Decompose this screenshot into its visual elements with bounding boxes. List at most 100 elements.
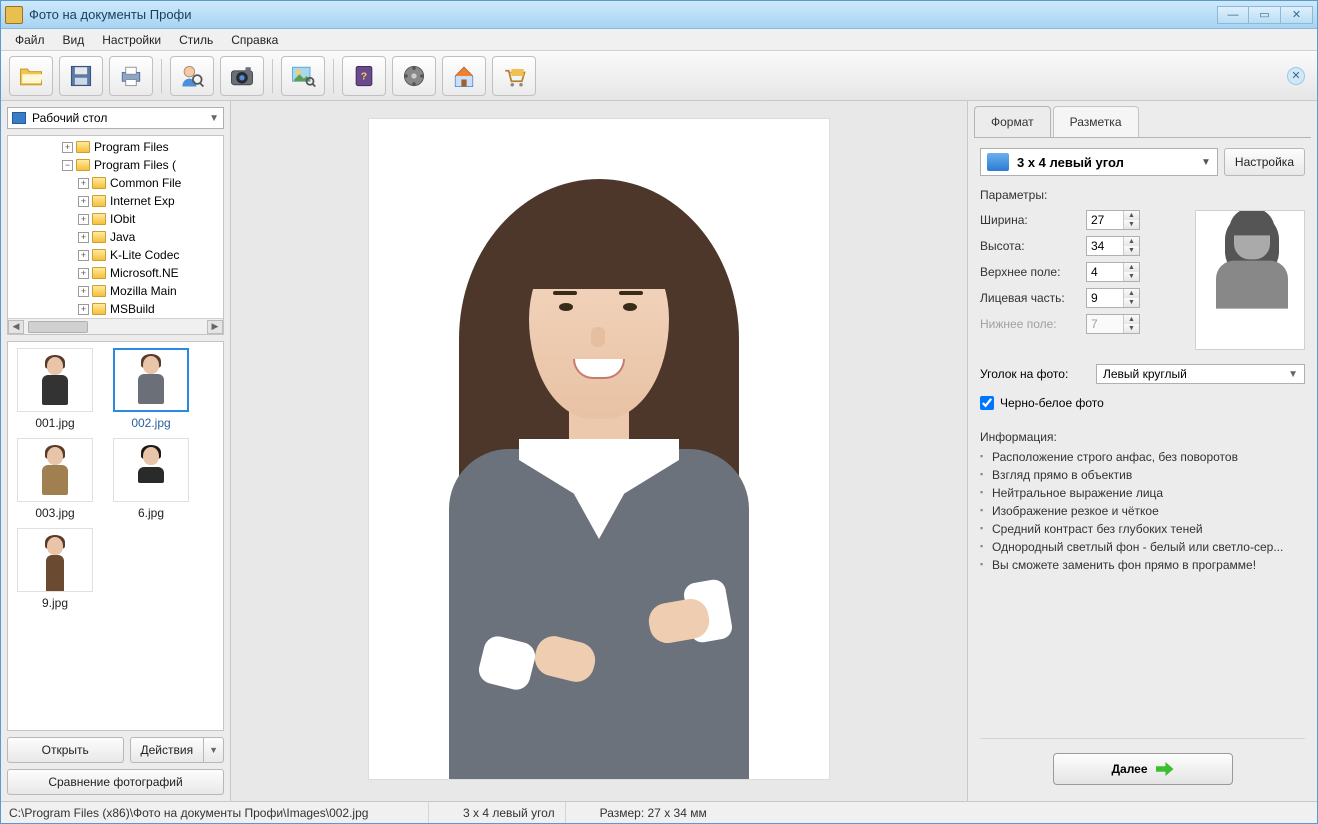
format-settings-button[interactable]: Настройка	[1224, 148, 1305, 176]
tree-item[interactable]: + MSBuild	[8, 300, 223, 318]
tree-item[interactable]: +Microsoft.NE	[8, 264, 223, 282]
titlebar: Фото на документы Профи — ▭ ✕	[1, 1, 1317, 29]
tab-layout[interactable]: Разметка	[1053, 106, 1139, 137]
tree-expand-icon[interactable]: +	[78, 232, 89, 243]
info-item: Однородный светлый фон - белый или светл…	[980, 538, 1305, 556]
top-spinner[interactable]: ▲▼	[1086, 262, 1140, 282]
tree-hscrollbar[interactable]: ◀▶	[8, 318, 223, 334]
compare-label: Сравнение фотографий	[48, 775, 182, 789]
tree-expand-icon[interactable]: +	[62, 142, 73, 153]
tree-item[interactable]: + Java	[8, 228, 223, 246]
tree-item[interactable]: +Mozilla Main	[8, 282, 223, 300]
tree-expand-icon[interactable]: +	[78, 250, 89, 261]
close-button[interactable]: ✕	[1281, 6, 1313, 24]
cart-button[interactable]	[492, 56, 536, 96]
folder-tree[interactable]: +Program Files−Program Files (+Common Fi…	[7, 135, 224, 335]
info-item: Взгляд прямо в объектив	[980, 466, 1305, 484]
tree-expand-icon[interactable]: +	[78, 196, 89, 207]
actions-button[interactable]: Действия	[130, 737, 205, 763]
width-input[interactable]	[1087, 211, 1123, 229]
thumbnail-caption: 001.jpg	[14, 416, 96, 430]
tree-item[interactable]: +K-Lite Codec	[8, 246, 223, 264]
height-spinner[interactable]: ▲▼	[1086, 236, 1140, 256]
video-button[interactable]	[392, 56, 436, 96]
top-input[interactable]	[1087, 263, 1123, 281]
minimize-button[interactable]: —	[1217, 6, 1249, 24]
info-item: Нейтральное выражение лица	[980, 484, 1305, 502]
next-button[interactable]: Далее	[1053, 753, 1233, 785]
chevron-down-icon: ▼	[1201, 157, 1211, 168]
spin-up[interactable]: ▲	[1124, 237, 1139, 246]
thumbnail[interactable]: 9.jpg	[14, 528, 96, 610]
spin-up[interactable]: ▲	[1124, 263, 1139, 272]
tree-expand-icon[interactable]: +	[78, 214, 89, 225]
close-panel-icon[interactable]: ✕	[1287, 67, 1305, 85]
thumbnail[interactable]: 6.jpg	[110, 438, 192, 520]
thumbnail[interactable]: 003.jpg	[14, 438, 96, 520]
spin-down[interactable]: ▼	[1124, 298, 1139, 307]
tree-label: MSBuild	[110, 302, 155, 316]
camera-button[interactable]	[220, 56, 264, 96]
location-label: Рабочий стол	[32, 111, 107, 125]
tree-item[interactable]: +Internet Exp	[8, 192, 223, 210]
height-input[interactable]	[1087, 237, 1123, 255]
scroll-left-icon[interactable]: ◀	[8, 320, 24, 334]
spin-up[interactable]: ▲	[1124, 211, 1139, 220]
bw-checkbox[interactable]	[980, 396, 994, 410]
spin-down: ▼	[1124, 324, 1139, 333]
maximize-button[interactable]: ▭	[1249, 6, 1281, 24]
tree-item[interactable]: +Common File	[8, 174, 223, 192]
tree-expand-icon[interactable]: +	[78, 304, 89, 315]
scroll-thumb[interactable]	[28, 321, 88, 333]
image-edit-button[interactable]	[281, 56, 325, 96]
open-button[interactable]: Открыть	[7, 737, 124, 763]
thumbnail[interactable]: 001.jpg	[14, 348, 96, 430]
scroll-right-icon[interactable]: ▶	[207, 320, 223, 334]
menu-file[interactable]: Файл	[7, 31, 53, 49]
actions-dropdown[interactable]: ▼	[204, 737, 224, 763]
width-spinner[interactable]: ▲▼	[1086, 210, 1140, 230]
info-item: Расположение строго анфас, без поворотов	[980, 448, 1305, 466]
toolbar: ? ✕	[1, 51, 1317, 101]
face-input[interactable]	[1087, 289, 1123, 307]
tree-item[interactable]: −Program Files (	[8, 156, 223, 174]
format-preview	[1195, 210, 1305, 350]
photo-preview[interactable]	[369, 119, 829, 779]
home-button[interactable]	[442, 56, 486, 96]
tab-format[interactable]: Формат	[974, 106, 1051, 137]
help-manual-button[interactable]: ?	[342, 56, 386, 96]
menu-settings[interactable]: Настройки	[94, 31, 169, 49]
spin-down[interactable]: ▼	[1124, 246, 1139, 255]
width-label: Ширина:	[980, 213, 1080, 227]
face-spinner[interactable]: ▲▼	[1086, 288, 1140, 308]
tree-expand-icon[interactable]: −	[62, 160, 73, 171]
tree-expand-icon[interactable]: +	[78, 286, 89, 297]
corner-select[interactable]: Левый круглый ▼	[1096, 364, 1305, 384]
thumbnail-caption: 6.jpg	[110, 506, 192, 520]
folder-icon	[76, 141, 90, 153]
print-button[interactable]	[109, 56, 153, 96]
spin-down[interactable]: ▼	[1124, 220, 1139, 229]
tabs: Формат Разметка	[968, 101, 1317, 137]
compare-button[interactable]: Сравнение фотографий	[7, 769, 224, 795]
tree-label: Java	[110, 230, 135, 244]
format-select[interactable]: 3 x 4 левый угол ▼	[980, 148, 1218, 176]
menu-style[interactable]: Стиль	[171, 31, 221, 49]
person-search-button[interactable]	[170, 56, 214, 96]
folder-icon	[92, 177, 106, 189]
actions-label: Действия	[141, 743, 194, 757]
tree-expand-icon[interactable]: +	[78, 178, 89, 189]
tree-item[interactable]: +IObit	[8, 210, 223, 228]
arrow-right-icon	[1156, 762, 1174, 776]
tree-item[interactable]: +Program Files	[8, 138, 223, 156]
menu-view[interactable]: Вид	[55, 31, 93, 49]
spin-up[interactable]: ▲	[1124, 289, 1139, 298]
location-combo[interactable]: Рабочий стол ▼	[7, 107, 224, 129]
save-button[interactable]	[59, 56, 103, 96]
tree-expand-icon[interactable]: +	[78, 268, 89, 279]
format-name: 3 x 4 левый угол	[1017, 155, 1201, 170]
open-folder-button[interactable]	[9, 56, 53, 96]
thumbnail[interactable]: 002.jpg	[110, 348, 192, 430]
spin-down[interactable]: ▼	[1124, 272, 1139, 281]
menu-help[interactable]: Справка	[223, 31, 286, 49]
